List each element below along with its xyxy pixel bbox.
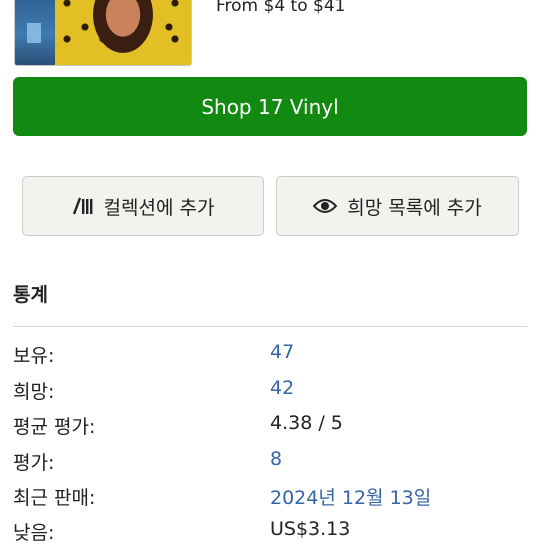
stat-value-ratings-link[interactable]: 8	[270, 448, 282, 470]
add-to-wantlist-button[interactable]: 희망 목록에 추가	[276, 176, 519, 236]
stat-label: 최근 판매:	[13, 487, 96, 509]
stat-row-ratings: 평가: 8	[13, 448, 527, 478]
stat-value-last-sold-link[interactable]: 2024년 12월 13일	[270, 483, 431, 510]
album-cover-image[interactable]	[14, 0, 192, 66]
stat-value-have-link[interactable]: 47	[270, 341, 294, 363]
stat-label: 낮음:	[13, 522, 55, 544]
stat-row-low: 낮음: US$3.13	[13, 518, 527, 548]
shop-vinyl-button[interactable]: Shop 17 Vinyl	[13, 77, 527, 136]
statistics-heading: 통계	[13, 284, 48, 306]
eye-icon	[313, 198, 338, 214]
stat-label: 보유:	[13, 345, 55, 367]
stat-label: 평균 평가:	[13, 416, 96, 438]
stat-row-have: 보유: 47	[13, 341, 527, 371]
statistics-divider	[13, 326, 527, 327]
add-to-collection-button[interactable]: 컬렉션에 추가	[22, 176, 264, 236]
stat-row-last-sold: 최근 판매: 2024년 12월 13일	[13, 483, 527, 513]
add-to-collection-label: 컬렉션에 추가	[103, 196, 215, 219]
stat-value-want-link[interactable]: 42	[270, 377, 294, 399]
stat-row-average-rating: 평균 평가: 4.38 / 5	[13, 412, 527, 442]
stat-label: 희망:	[13, 381, 55, 403]
vinyl-records-icon	[72, 196, 94, 216]
stat-label: 평가:	[13, 452, 55, 474]
stat-value-low: US$3.13	[270, 518, 351, 540]
price-range: From $4 to $41	[216, 0, 346, 16]
stat-value-average-rating: 4.38 / 5	[270, 412, 343, 434]
add-to-wantlist-label: 희망 목록에 추가	[347, 196, 482, 219]
cover-side-strip	[15, 0, 55, 65]
stat-row-want: 희망: 42	[13, 377, 527, 407]
cover-portrait	[93, 0, 153, 53]
